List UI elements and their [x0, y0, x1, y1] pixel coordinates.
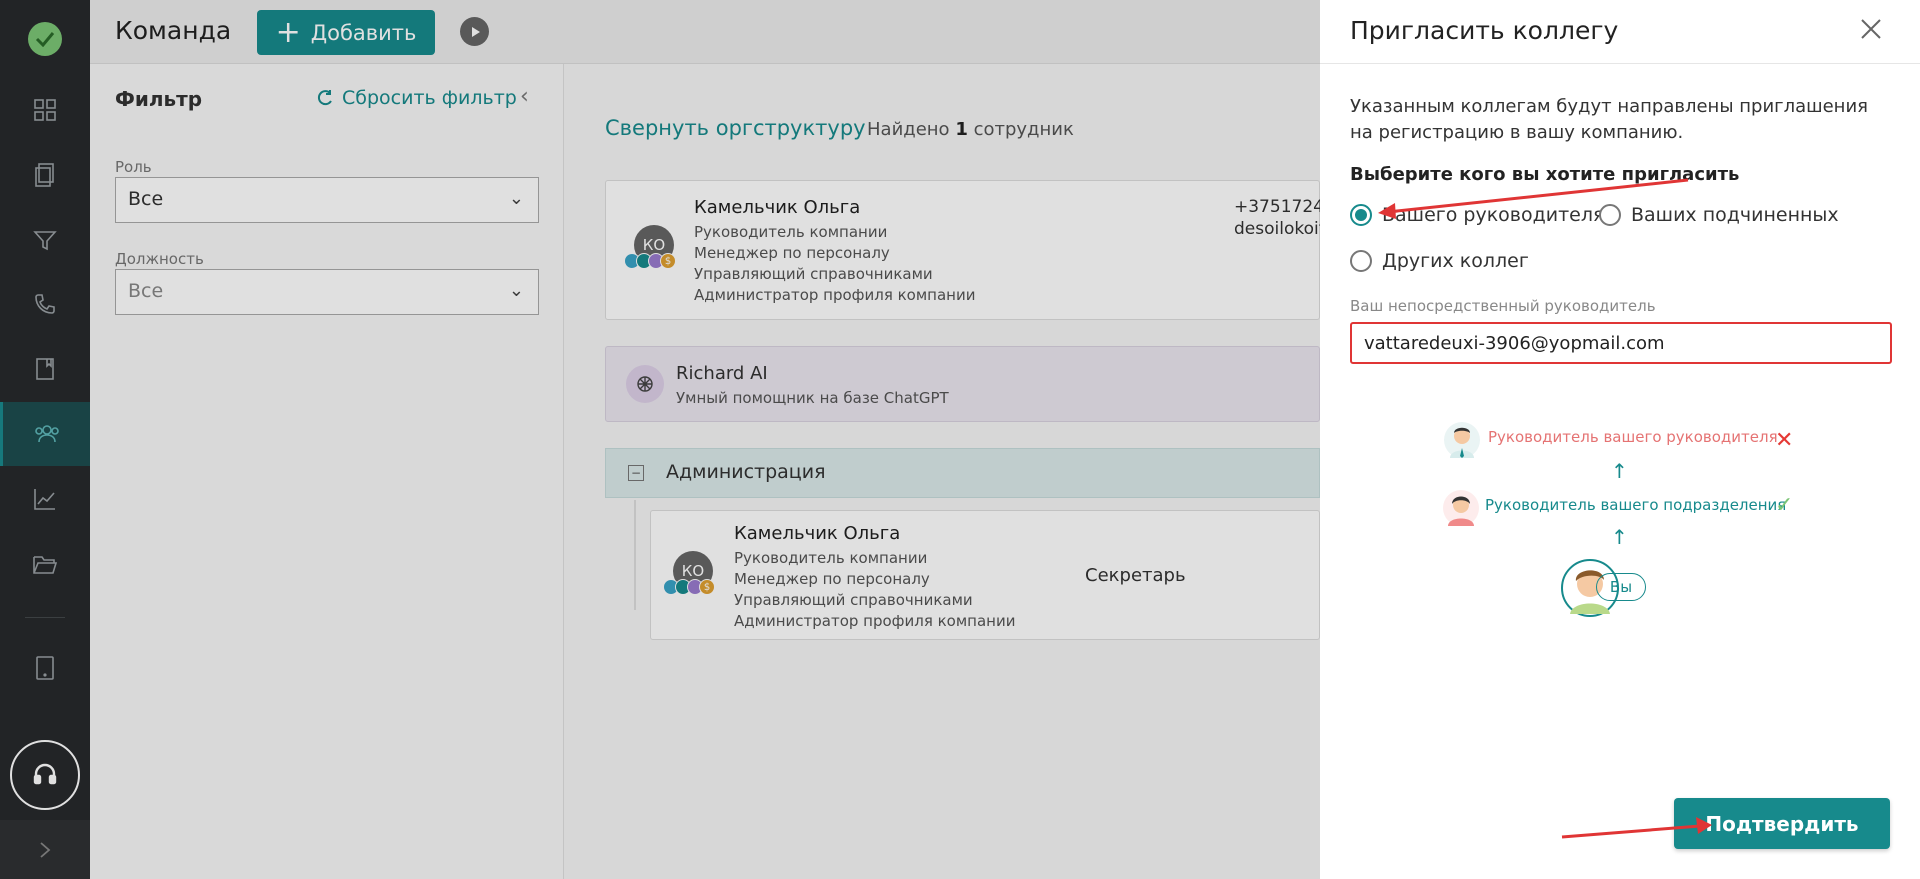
ai-assistant-card[interactable]: Richard AI Умный помощник на базе ChatGP…: [605, 346, 1320, 422]
ai-subtitle: Умный помощник на базе ChatGPT: [676, 389, 949, 407]
team-icon[interactable]: [0, 402, 90, 466]
role-badges: $: [663, 579, 715, 595]
collapse-org-link[interactable]: Свернуть оргструктуру: [605, 116, 866, 140]
department-row[interactable]: − Администрация: [605, 448, 1320, 498]
employee-role: Менеджер по персоналу: [734, 570, 930, 588]
boss-of-manager-label: Руководитель вашего руководителя: [1488, 428, 1778, 446]
employee-role: Руководитель компании: [694, 223, 888, 241]
employee-role: Управляющий справочниками: [734, 591, 973, 609]
dashboard-icon[interactable]: [0, 78, 90, 142]
dept-head-avatar-icon: [1443, 490, 1479, 526]
chevron-down-icon: ⌄: [508, 280, 524, 301]
reset-icon: [317, 90, 332, 106]
add-button[interactable]: + Добавить: [257, 10, 435, 55]
left-nav: [0, 0, 90, 879]
documents-icon[interactable]: [0, 143, 90, 207]
department-name: Администрация: [666, 461, 826, 483]
boss-avatar-icon: [1444, 422, 1480, 458]
position-select[interactable]: Все ⌄: [115, 269, 539, 315]
nav-divider: [25, 617, 65, 618]
employee-card[interactable]: КО $ Камельчик Ольга Руководитель компан…: [605, 180, 1346, 320]
found-suffix: сотрудник: [973, 119, 1074, 140]
found-count-text: Найдено 1 сотрудник: [867, 119, 1074, 140]
add-button-label: Добавить: [310, 20, 417, 45]
funnel-icon[interactable]: [0, 208, 90, 272]
employee-role: Администратор профиля компании: [734, 612, 1016, 630]
play-video-icon[interactable]: [460, 17, 489, 46]
confirm-button[interactable]: Подтвердить: [1674, 798, 1890, 849]
chevron-down-icon: ⌄: [508, 188, 524, 209]
you-badge: Вы: [1596, 573, 1646, 601]
arrow-up-icon: ↑: [1611, 525, 1628, 549]
plus-icon: +: [275, 14, 301, 50]
tablet-icon[interactable]: [0, 636, 90, 700]
folder-icon[interactable]: [0, 532, 90, 596]
employee-role: Управляющий справочниками: [694, 265, 933, 283]
support-headset-icon[interactable]: [10, 740, 80, 810]
page-title: Команда: [115, 16, 232, 45]
role-badge: $: [660, 253, 676, 269]
filter-panel: Фильтр Сбросить фильтр ‹ Роль Все ⌄ Долж…: [90, 64, 564, 879]
role-select-value: Все: [128, 188, 164, 210]
collapse-minus-icon[interactable]: −: [628, 465, 644, 481]
expand-nav-chevron-icon[interactable]: [0, 820, 90, 879]
employee-role: Руководитель компании: [734, 549, 928, 567]
cross-icon: ✕: [1775, 428, 1794, 453]
invite-colleague-modal: Пригласить коллегу Указанным коллегам бу…: [1320, 0, 1920, 879]
reset-filter-link[interactable]: Сбросить фильтр: [316, 87, 517, 109]
employee-email: desoilokoit: [1234, 219, 1326, 239]
check-icon: ✓: [1775, 493, 1794, 518]
chatgpt-icon: [626, 365, 664, 403]
phone-icon[interactable]: [0, 272, 90, 336]
ai-name: Richard AI: [676, 363, 768, 384]
logo-check-icon[interactable]: [28, 22, 62, 56]
found-prefix: Найдено: [867, 119, 950, 140]
employee-position: Секретарь: [1085, 565, 1186, 586]
found-count: 1: [955, 119, 968, 140]
role-badge: $: [699, 579, 715, 595]
dept-head-label: Руководитель вашего подразделения: [1485, 496, 1787, 514]
position-label: Должность: [115, 250, 204, 268]
employee-role: Администратор профиля компании: [694, 286, 976, 304]
analytics-icon[interactable]: [0, 467, 90, 531]
role-label: Роль: [115, 158, 152, 176]
role-badges: $: [624, 253, 676, 269]
filter-title: Фильтр: [115, 87, 203, 111]
employee-card[interactable]: КО $ Камельчик Ольга Руководитель компан…: [650, 510, 1320, 640]
reset-filter-label: Сбросить фильтр: [342, 87, 517, 109]
position-select-value: Все: [128, 280, 164, 302]
book-icon[interactable]: [0, 337, 90, 401]
employee-name: Камельчик Ольга: [694, 197, 861, 218]
employee-role: Менеджер по персоналу: [694, 244, 890, 262]
hierarchy-illustration: Руководитель вашего руководителя ✕ ↑ Рук…: [1320, 0, 1920, 879]
main-content: Свернуть оргструктуру Найдено 1 сотрудни…: [564, 64, 1346, 879]
employee-name: Камельчик Ольга: [734, 523, 901, 544]
page-header: Команда + Добавить: [90, 0, 1320, 64]
collapse-filter-chevron-icon[interactable]: ‹: [520, 84, 529, 109]
role-select[interactable]: Все ⌄: [115, 177, 539, 223]
arrow-up-icon: ↑: [1611, 459, 1628, 483]
tree-line: [634, 500, 636, 610]
